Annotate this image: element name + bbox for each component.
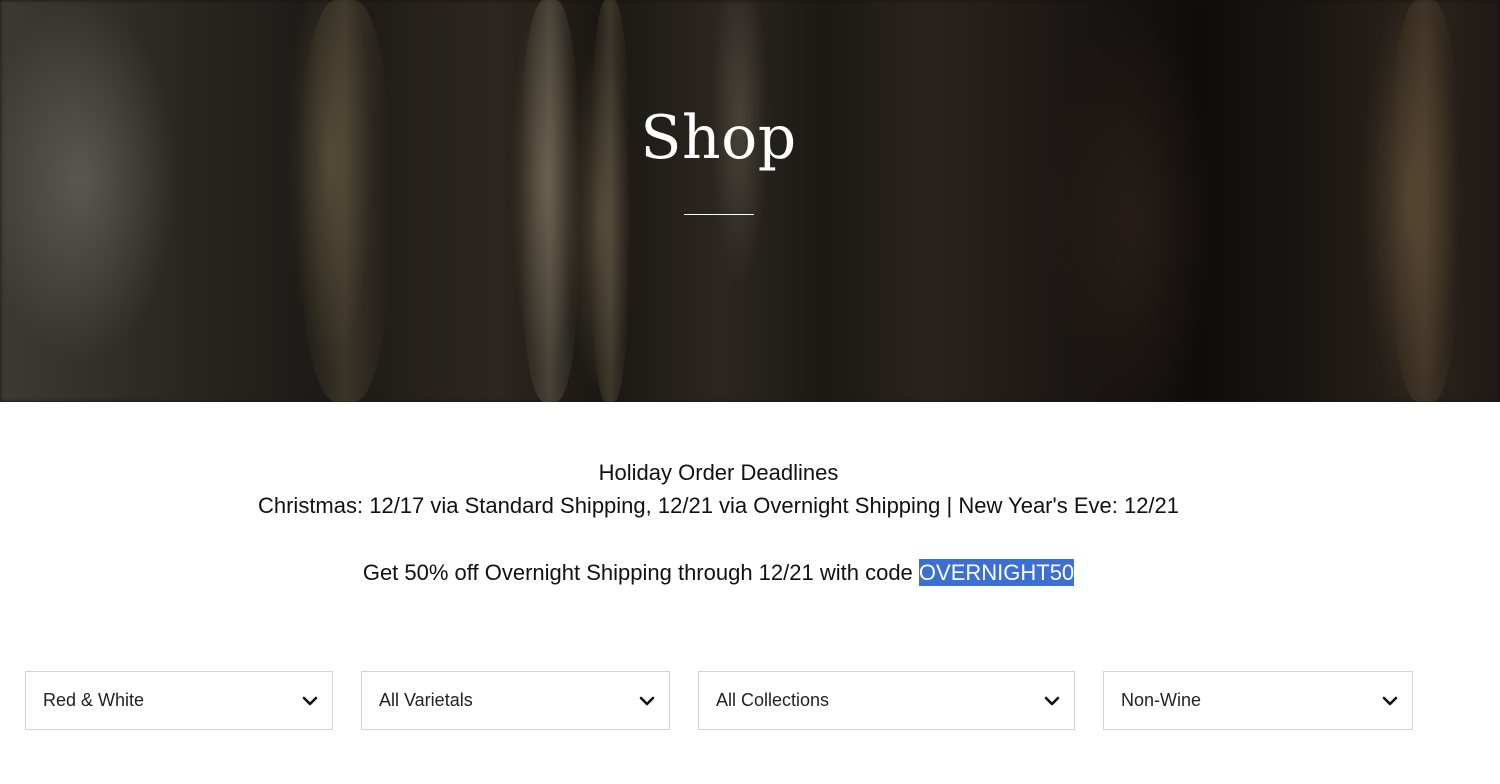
chevron-down-icon xyxy=(1380,691,1400,711)
holiday-deadlines-text: Christmas: 12/17 via Standard Shipping, … xyxy=(257,493,1180,518)
filter-collection-label: All Collections xyxy=(716,690,830,710)
barrel-shape xyxy=(1390,0,1460,402)
shipping-promo: Get 50% off Overnight Shipping through 1… xyxy=(0,558,1437,588)
holiday-deadlines-heading: Holiday Order Deadlines xyxy=(598,460,839,485)
promo-code: OVERNIGHT50 xyxy=(918,559,1075,586)
filter-varietal-label: All Varietals xyxy=(379,690,473,710)
filter-collection-dropdown[interactable]: All Collections xyxy=(698,671,1075,730)
filter-non-wine-label: Non-Wine xyxy=(1121,690,1202,710)
filter-non-wine-dropdown[interactable]: Non-Wine xyxy=(1103,671,1413,730)
chevron-down-icon xyxy=(300,691,320,711)
title-divider xyxy=(684,214,754,215)
barrel-shape xyxy=(590,0,630,402)
barrel-shape xyxy=(300,0,390,402)
filter-wine-type-label: Red & White xyxy=(43,690,145,710)
hero-banner: Shop xyxy=(0,0,1500,402)
barrel-shape xyxy=(520,0,580,402)
shipping-promo-text: Get 50% off Overnight Shipping through 1… xyxy=(362,560,919,585)
hero-background-image xyxy=(0,0,1500,402)
filter-varietal-dropdown[interactable]: All Varietals xyxy=(361,671,670,730)
chevron-down-icon xyxy=(637,691,657,711)
filter-wine-type-dropdown[interactable]: Red & White xyxy=(25,671,333,730)
chevron-down-icon xyxy=(1042,691,1062,711)
page-title: Shop xyxy=(640,103,797,173)
